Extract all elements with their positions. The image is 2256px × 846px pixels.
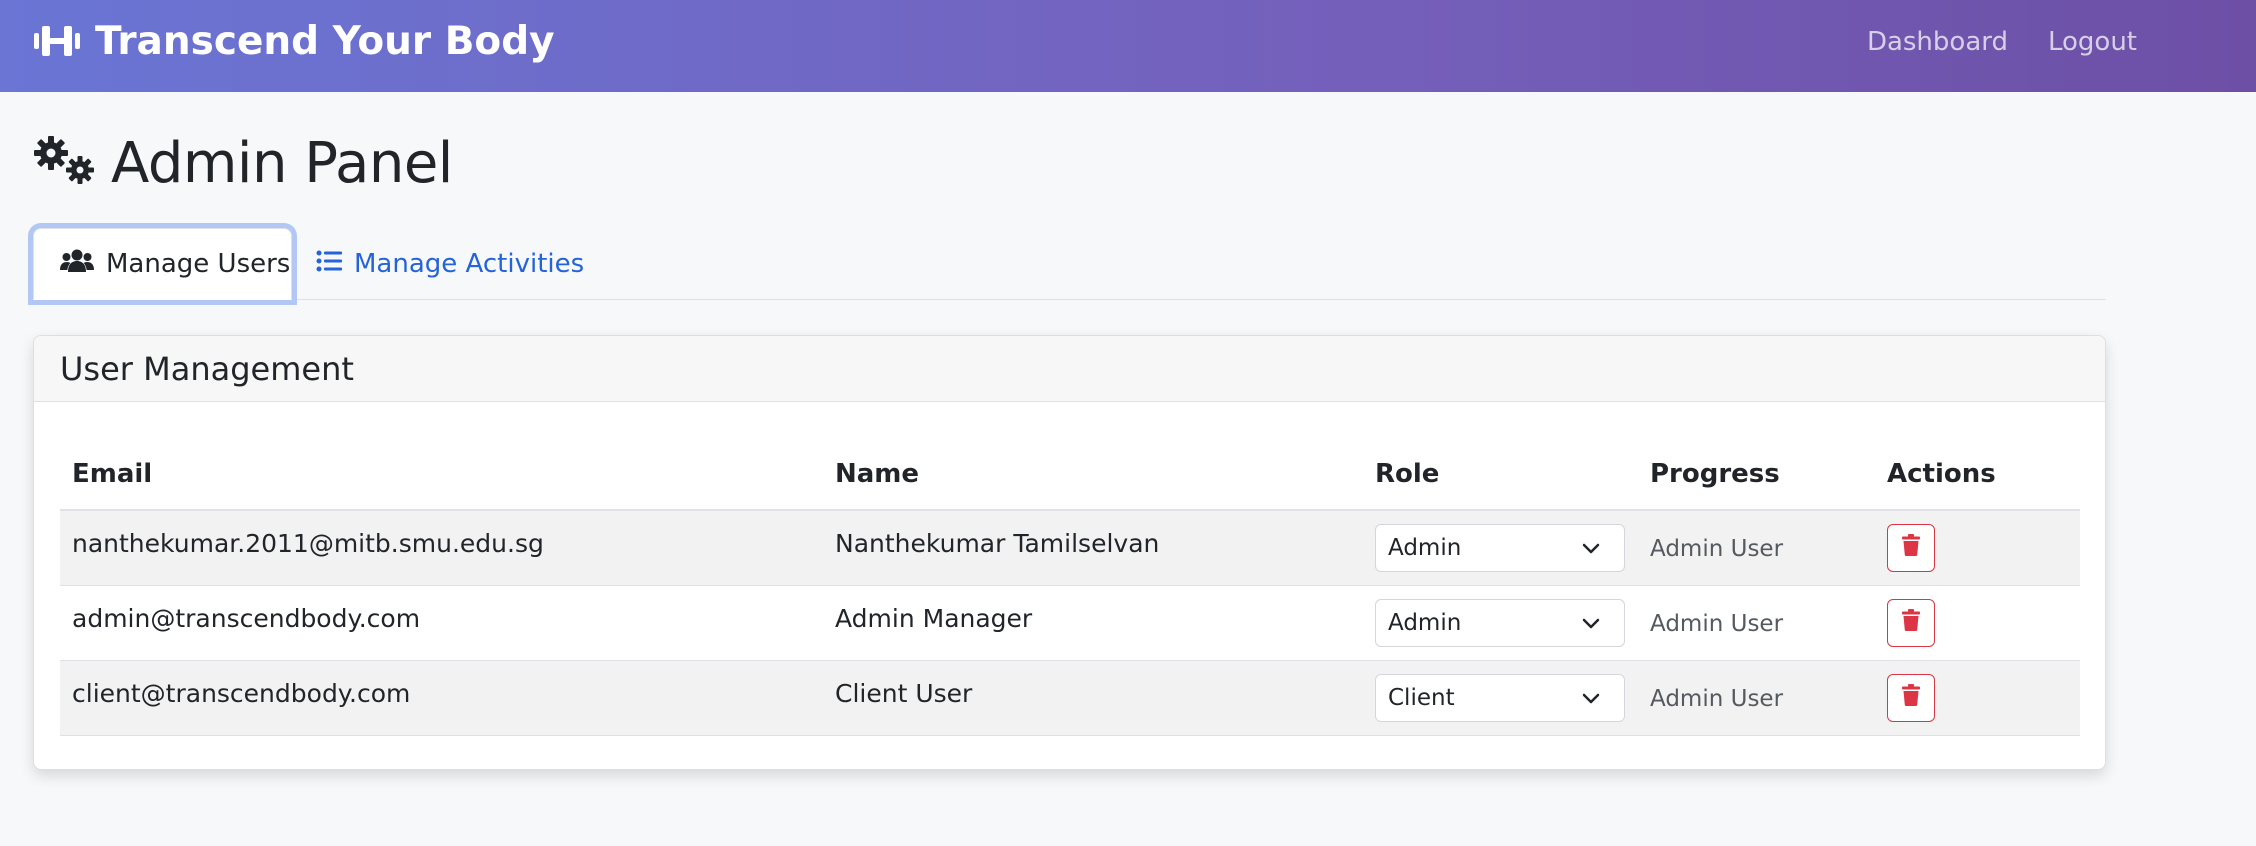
dumbbell-icon <box>33 23 81 59</box>
table-header-row: Email Name Role Progress Actions <box>60 438 2080 511</box>
trash-icon <box>1902 533 1920 562</box>
role-select-value: Client <box>1388 684 1455 711</box>
chevron-down-icon <box>1582 610 1600 636</box>
column-header-name: Name <box>823 438 1363 511</box>
table-row: client@transcendbody.com Client User Cli… <box>60 660 2080 736</box>
tab-manage-users-label: Manage Users <box>106 249 291 279</box>
delete-user-button[interactable] <box>1887 523 1935 572</box>
user-name: Client User <box>823 660 1363 736</box>
role-select[interactable]: Admin <box>1375 523 1625 572</box>
user-email: admin@transcendbody.com <box>60 585 823 661</box>
chevron-down-icon <box>1582 685 1600 711</box>
tab-bar: Manage Users Manage Activities <box>33 228 2106 300</box>
user-management-card: User Management Email Name Role Progress… <box>33 335 2106 770</box>
chevron-down-icon <box>1582 535 1600 561</box>
progress-text: Admin User <box>1650 611 1784 637</box>
role-select-value: Admin <box>1388 534 1462 561</box>
users-table: Email Name Role Progress Actions nanthek… <box>60 438 2080 736</box>
table-row: admin@transcendbody.com Admin Manager Ad… <box>60 585 2080 661</box>
user-name: Nanthekumar Tamilselvan <box>823 510 1363 586</box>
column-header-progress: Progress <box>1638 438 1875 511</box>
nav-logout-link[interactable]: Logout <box>2048 22 2137 62</box>
brand-name: Transcend Your Body <box>95 18 555 64</box>
tab-manage-users[interactable]: Manage Users <box>33 228 292 300</box>
progress-text: Admin User <box>1650 536 1784 563</box>
user-email: client@transcendbody.com <box>60 660 823 736</box>
gears-icon <box>33 135 97 191</box>
user-name: Admin Manager <box>823 585 1363 661</box>
tab-manage-activities[interactable]: Manage Activities <box>316 228 584 300</box>
column-header-role: Role <box>1363 438 1638 511</box>
table-row: nanthekumar.2011@mitb.smu.edu.sg Nanthek… <box>60 510 2080 586</box>
role-select[interactable]: Client <box>1375 673 1625 722</box>
column-header-actions: Actions <box>1875 438 2080 511</box>
page-title-text: Admin Panel <box>111 130 453 196</box>
role-cell: Admin <box>1363 585 1638 661</box>
card-header: User Management <box>34 336 2105 402</box>
progress-cell: Admin User <box>1638 660 1875 736</box>
actions-cell <box>1875 510 2080 586</box>
actions-cell <box>1875 585 2080 661</box>
trash-icon <box>1902 608 1920 637</box>
progress-cell: Admin User <box>1638 585 1875 661</box>
actions-cell <box>1875 660 2080 736</box>
page-title: Admin Panel <box>33 128 453 198</box>
delete-user-button[interactable] <box>1887 598 1935 647</box>
role-cell: Client <box>1363 660 1638 736</box>
list-icon <box>316 249 342 280</box>
role-select-value: Admin <box>1388 609 1462 636</box>
column-header-email: Email <box>60 438 823 511</box>
tab-manage-activities-label: Manage Activities <box>354 249 585 279</box>
nav-dashboard-link[interactable]: Dashboard <box>1867 22 2008 62</box>
card-title: User Management <box>60 349 354 388</box>
progress-text: Admin User <box>1650 686 1784 712</box>
role-cell: Admin <box>1363 510 1638 586</box>
brand-link[interactable]: Transcend Your Body <box>33 18 555 64</box>
delete-user-button[interactable] <box>1887 673 1935 722</box>
trash-icon <box>1902 683 1920 712</box>
top-navbar: Transcend Your Body Dashboard Logout <box>0 0 2256 92</box>
role-select[interactable]: Admin <box>1375 598 1625 647</box>
progress-cell: Admin User <box>1638 510 1875 586</box>
users-icon <box>60 248 94 281</box>
user-email: nanthekumar.2011@mitb.smu.edu.sg <box>60 510 823 586</box>
